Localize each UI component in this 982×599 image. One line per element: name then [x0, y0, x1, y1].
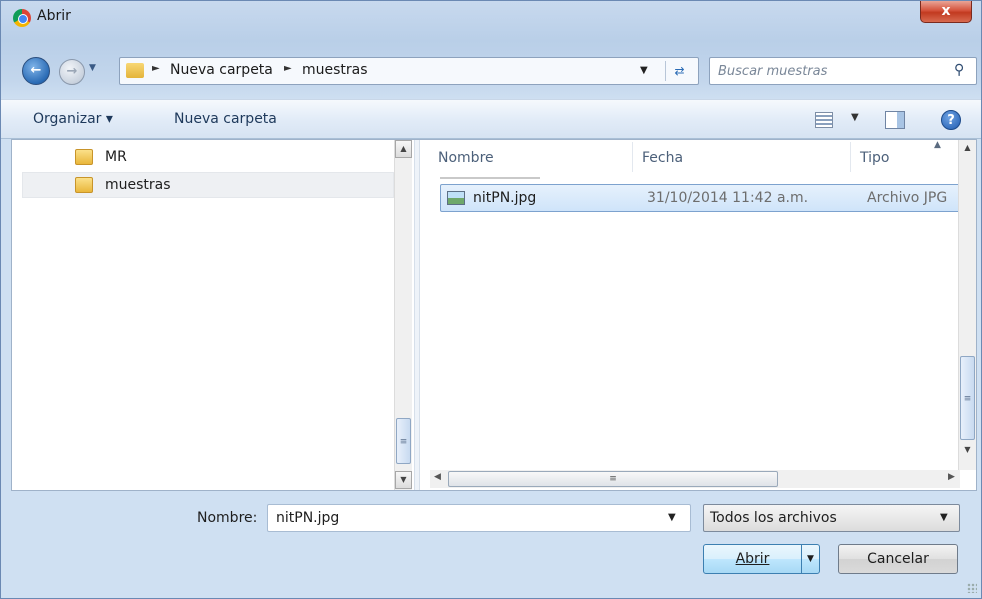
folder-icon [75, 177, 93, 193]
scroll-down-icon[interactable]: ▼ [959, 442, 976, 460]
toolbar: Organizar ▾ Nueva carpeta ▼ ? [1, 99, 981, 139]
file-list-pane: Nombre Fecha Tipo ▲ nitPN.jpg 31/10/2014… [420, 140, 976, 490]
chevron-down-icon[interactable]: ▼ [668, 512, 676, 523]
scroll-thumb[interactable]: ≡ [960, 356, 975, 440]
image-file-icon [447, 191, 465, 205]
filename-label: Nombre: [197, 510, 258, 526]
filename-input[interactable] [274, 509, 654, 527]
filename-combobox[interactable]: ▼ [267, 504, 691, 532]
forward-arrow-icon[interactable]: → [59, 59, 85, 85]
breadcrumb-muestras[interactable]: muestras [302, 62, 368, 78]
file-date: 31/10/2014 11:42 a.m. [647, 190, 809, 206]
title-bar[interactable]: Abrir x [1, 1, 981, 33]
chevron-right-icon[interactable]: ► [152, 63, 160, 74]
open-button-label: Abrir [735, 551, 770, 567]
open-button[interactable]: Abrir ▼ [703, 544, 820, 574]
window-title: Abrir [37, 8, 71, 24]
column-header-type[interactable]: Tipo [860, 150, 889, 166]
preview-pane-icon[interactable] [885, 111, 905, 129]
folder-icon [75, 149, 93, 165]
nav-item-label: muestras [105, 177, 171, 193]
list-item-partial[interactable] [440, 173, 540, 179]
close-button[interactable]: x [920, 1, 972, 23]
chevron-down-icon[interactable]: ▼ [801, 545, 819, 573]
column-divider[interactable] [632, 142, 633, 172]
new-folder-button[interactable]: Nueva carpeta [174, 111, 277, 127]
refresh-icon[interactable]: ⇄ [665, 61, 693, 81]
column-header-name[interactable]: Nombre [438, 150, 494, 166]
scroll-thumb[interactable]: ≡ [396, 418, 411, 464]
chevron-right-icon[interactable]: ► [284, 63, 292, 74]
content-area: MR muestras ▲ ≡ ▼ Nombre Fecha Tipo ▲ ni… [11, 139, 977, 491]
search-input[interactable] [716, 62, 946, 80]
nav-item-mr[interactable]: MR [22, 144, 394, 170]
file-type: Archivo JPG [867, 190, 948, 206]
file-type-select[interactable]: Todos los archivos ▼ [703, 504, 960, 532]
scroll-up-icon[interactable]: ▲ [959, 140, 976, 158]
sort-arrow-icon: ▲ [934, 140, 941, 150]
chevron-down-icon: ▼ [940, 512, 948, 523]
nav-item-label: MR [105, 149, 127, 165]
address-bar[interactable]: ► Nueva carpeta ► muestras ▼ ⇄ [119, 57, 699, 85]
recent-locations-dropdown[interactable]: ▼ [89, 63, 96, 73]
help-icon[interactable]: ? [941, 110, 961, 130]
cancel-button[interactable]: Cancelar [838, 544, 958, 574]
open-file-dialog: Abrir x ← → ▼ ► Nueva carpeta ► muestras… [0, 0, 982, 599]
nav-scrollbar[interactable]: ▲ ≡ ▼ [394, 140, 412, 490]
scroll-left-icon[interactable]: ◀ [434, 472, 441, 482]
folder-icon [126, 63, 144, 78]
search-icon[interactable]: ⚲ [954, 62, 964, 78]
chevron-down-icon[interactable]: ▼ [640, 65, 648, 76]
chrome-icon [13, 9, 31, 27]
scroll-up-icon[interactable]: ▲ [395, 140, 412, 158]
chevron-down-icon[interactable]: ▼ [851, 112, 859, 123]
scroll-right-icon[interactable]: ▶ [948, 472, 955, 482]
search-box[interactable]: ⚲ [709, 57, 977, 85]
file-row-selected[interactable]: nitPN.jpg 31/10/2014 11:42 a.m. Archivo … [440, 184, 960, 212]
column-header-date[interactable]: Fecha [642, 150, 683, 166]
nav-item-muestras[interactable]: muestras [22, 172, 394, 198]
view-options-icon[interactable] [815, 112, 833, 128]
breadcrumb-nueva-carpeta[interactable]: Nueva carpeta [170, 62, 273, 78]
resize-grip-icon[interactable] [967, 583, 977, 593]
file-type-value: Todos los archivos [710, 510, 837, 526]
organize-button[interactable]: Organizar ▾ [33, 111, 113, 127]
scroll-thumb[interactable]: ≡ [448, 471, 778, 487]
scroll-down-icon[interactable]: ▼ [395, 471, 412, 489]
file-name: nitPN.jpg [473, 190, 537, 206]
file-list-vscrollbar[interactable]: ▲ ≡ ▼ [958, 140, 976, 470]
column-divider[interactable] [850, 142, 851, 172]
back-arrow-icon[interactable]: ← [22, 57, 50, 85]
file-list-hscrollbar[interactable]: ◀ ≡ ▶ [430, 470, 960, 488]
navigation-pane: MR muestras ▲ ≡ ▼ [12, 140, 414, 490]
